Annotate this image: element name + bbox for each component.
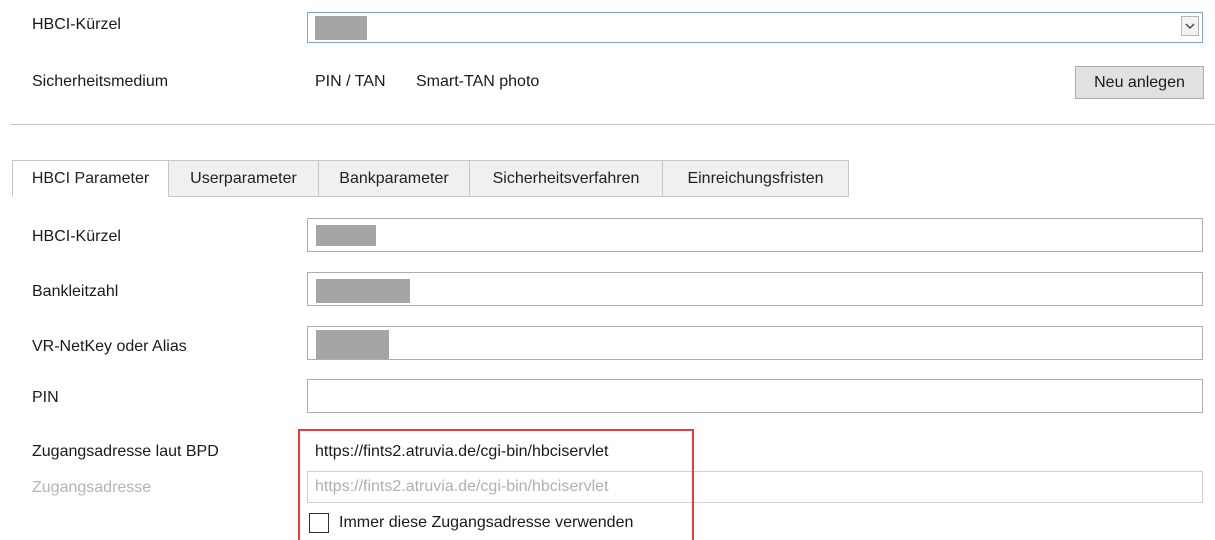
medium-name: Smart-TAN photo: [416, 73, 540, 90]
tab-hbci-parameter[interactable]: HBCI Parameter: [12, 160, 169, 197]
hbci-kuerzel-dropdown[interactable]: [307, 12, 1203, 43]
redacted-value: [316, 330, 389, 359]
tab-sicherheitsverfahren[interactable]: Sicherheitsverfahren: [469, 160, 663, 197]
red-highlight-box: [298, 429, 694, 540]
netkey-input[interactable]: [307, 326, 1203, 360]
hbci-kuerzel-input[interactable]: [307, 218, 1203, 252]
hbci-kuerzel-top-label: HBCI-Kürzel: [32, 16, 121, 33]
hbci-kuerzel-label: HBCI-Kürzel: [32, 228, 121, 245]
tab-userparameter[interactable]: Userparameter: [168, 160, 319, 197]
neu-anlegen-button[interactable]: Neu anlegen: [1075, 66, 1204, 99]
zugangsadresse-label: Zugangsadresse: [32, 479, 152, 496]
pin-label: PIN: [32, 389, 59, 406]
medium-type: PIN / TAN: [315, 73, 386, 90]
tab-bankparameter[interactable]: Bankparameter: [318, 160, 470, 197]
pin-input[interactable]: [307, 379, 1203, 413]
bankleitzahl-input[interactable]: [307, 272, 1203, 306]
netkey-label: VR-NetKey oder Alias: [32, 338, 187, 355]
dropdown-button[interactable]: [1181, 16, 1199, 36]
bpd-address-label: Zugangsadresse laut BPD: [32, 443, 219, 460]
redacted-value: [316, 225, 376, 246]
redacted-value: [316, 279, 410, 303]
bankleitzahl-label: Bankleitzahl: [32, 283, 119, 300]
redacted-value: [315, 16, 367, 40]
chevron-down-icon: [1185, 23, 1195, 29]
section-divider: [10, 124, 1215, 125]
sicherheitsmedium-label: Sicherheitsmedium: [32, 73, 169, 90]
tab-einreichungsfristen[interactable]: Einreichungsfristen: [662, 160, 849, 197]
